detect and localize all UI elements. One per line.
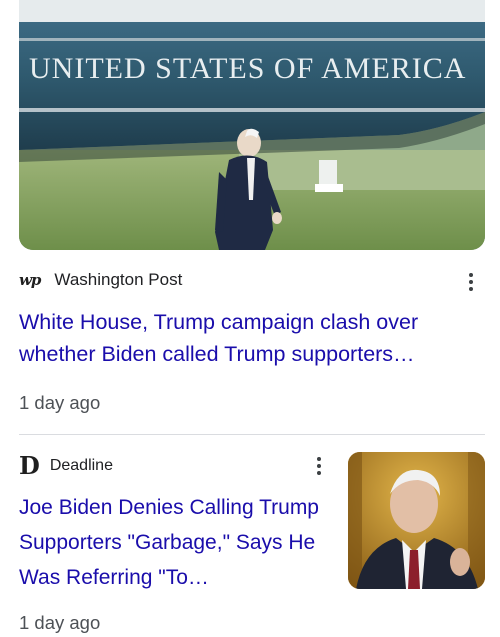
article-1-timestamp: 1 day ago: [19, 392, 101, 413]
article-2-source[interactable]: D Deadline: [19, 452, 113, 480]
article-1-image[interactable]: UNITED STATES OF AMERICA: [19, 0, 485, 250]
article-1-source-name: Washington Post: [54, 270, 183, 289]
article-2-source-name: Deadline: [49, 457, 113, 474]
article-1-more-options-icon[interactable]: [459, 268, 483, 296]
portrait-photo: [348, 452, 485, 589]
article-2-timestamp: 1 day ago: [19, 612, 101, 633]
article-divider: [19, 434, 485, 435]
news-feed: UNITED STATES OF AMERICA wp Washington P…: [0, 0, 500, 637]
washington-post-logo: wp: [19, 271, 41, 289]
article-1-source[interactable]: wp Washington Post: [19, 268, 182, 292]
aircraft-lettering: UNITED STATES OF AMERICA: [29, 52, 466, 85]
article-2-thumbnail[interactable]: [348, 452, 485, 589]
deadline-logo: D: [19, 451, 40, 480]
article-2-more-options-icon[interactable]: [307, 452, 331, 480]
air-force-one-photo: UNITED STATES OF AMERICA: [19, 0, 485, 250]
article-2-headline[interactable]: Joe Biden Denies Calling Trump Supporter…: [19, 490, 334, 595]
article-1-headline[interactable]: White House, Trump campaign clash over w…: [19, 306, 479, 370]
